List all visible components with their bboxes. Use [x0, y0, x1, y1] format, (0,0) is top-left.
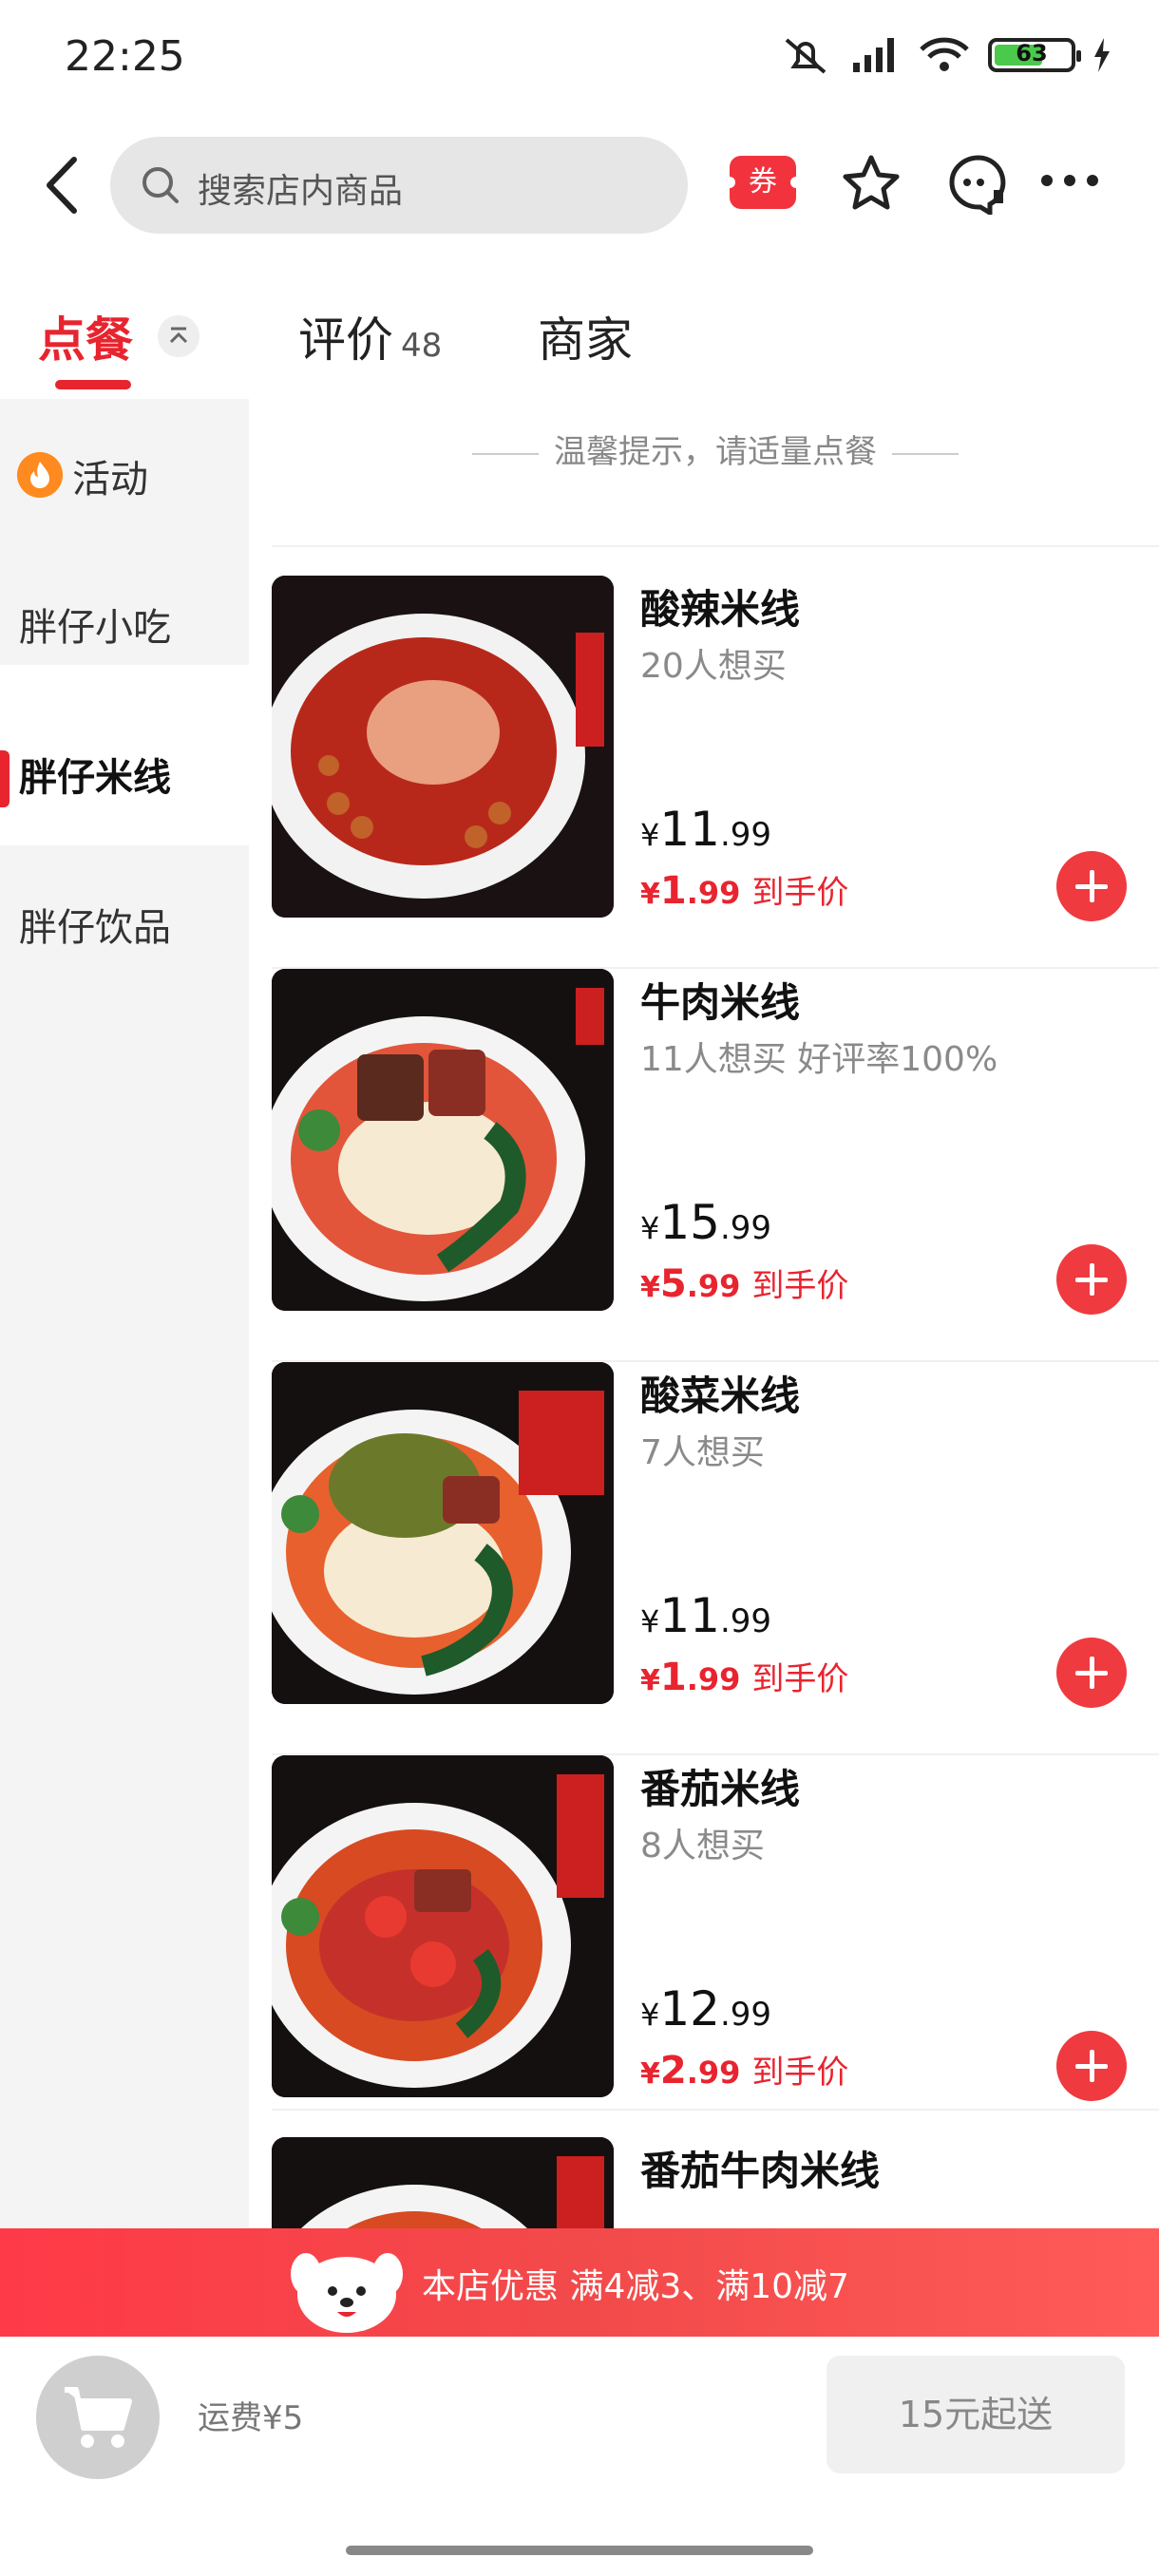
product-item[interactable]: 番茄米线 8人想买 ¥12.99 ¥2.99 到手价: [272, 1755, 1159, 2147]
tab-reviews-label: 评价: [298, 313, 393, 368]
product-name: 酸菜米线: [640, 1373, 801, 1419]
add-to-cart-button[interactable]: [1056, 2031, 1127, 2101]
sidebar-item-label: 胖仔小吃: [19, 606, 171, 650]
activity-flame-icon: [17, 452, 63, 498]
product-item[interactable]: 酸菜米线 7人想买 ¥11.99 ¥1.99 到手价: [272, 1362, 1159, 1753]
cart-bar: 运费¥5 15元起送: [0, 2337, 1159, 2496]
search-icon: [142, 167, 179, 203]
tab-active-indicator: [55, 380, 131, 389]
favorite-star-icon[interactable]: [840, 152, 902, 215]
charging-icon: [1094, 38, 1110, 72]
reviews-count: 48: [401, 327, 443, 365]
search-input[interactable]: 搜索店内商品: [110, 137, 688, 234]
product-item[interactable]: 酸辣米线 20人想买 ¥11.99 ¥1.99 到手价: [272, 576, 1159, 967]
product-image[interactable]: [272, 969, 614, 1311]
product-item[interactable]: 番茄牛肉米线: [272, 2137, 1159, 2228]
customer-service-icon[interactable]: [946, 152, 1015, 215]
product-name: 番茄牛肉米线: [640, 2148, 881, 2194]
more-icon[interactable]: [1039, 173, 1100, 188]
product-stats: 8人想买: [640, 1827, 765, 1866]
product-image[interactable]: [272, 576, 614, 918]
tab-reviews[interactable]: 评价 48: [298, 302, 442, 370]
wifi-icon: [920, 37, 969, 71]
original-price: ¥11.99: [640, 1588, 772, 1643]
battery-icon: 63: [988, 38, 1081, 72]
delivery-fee: 运费¥5: [198, 2399, 304, 2437]
sidebar-item-activity[interactable]: 活动: [0, 399, 249, 547]
mascot-dog-icon: [291, 2253, 403, 2333]
tab-merchant-label: 商家: [538, 313, 633, 368]
product-image[interactable]: [272, 1362, 614, 1704]
product-stats: 20人想买: [640, 647, 787, 686]
coupon-button[interactable]: 券: [724, 156, 802, 209]
status-bar: 22:25 63: [0, 0, 1159, 118]
promo-text: 本店优惠 满4减3、满10减7: [422, 2267, 849, 2306]
product-name: 牛肉米线: [640, 979, 801, 1026]
product-name: 番茄米线: [640, 1766, 801, 1812]
category-sidebar: 活动 胖仔小吃 胖仔米线 胖仔饮品: [0, 399, 249, 2232]
original-price: ¥15.99: [640, 1195, 772, 1250]
original-price: ¥12.99: [640, 1981, 772, 2036]
sidebar-item-label: 胖仔饮品: [19, 906, 171, 950]
add-to-cart-button[interactable]: [1056, 851, 1127, 921]
sidebar-item-label: 胖仔米线: [19, 756, 171, 800]
cart-icon: [65, 2387, 132, 2448]
signal-icon: [853, 38, 894, 72]
sidebar-item-label: 活动: [72, 458, 148, 502]
order-hint: 温馨提示，请适量点餐: [272, 426, 1159, 492]
sidebar-active-indicator: [0, 750, 10, 807]
hint-text: 温馨提示，请适量点餐: [554, 433, 877, 471]
product-stats: 7人想买: [640, 1433, 765, 1472]
add-to-cart-button[interactable]: [1056, 1244, 1127, 1315]
product-stats: 11人想买 好评率100%: [640, 1040, 998, 1079]
product-image[interactable]: [272, 1755, 614, 2097]
status-icons: 63: [781, 34, 1112, 76]
cart-button[interactable]: [36, 2356, 160, 2479]
product-image[interactable]: [272, 2137, 614, 2228]
search-placeholder: 搜索店内商品: [198, 172, 404, 211]
checkout-button[interactable]: 15元起送: [826, 2356, 1125, 2473]
home-indicator[interactable]: [346, 2546, 813, 2555]
back-arrow-icon[interactable]: [36, 154, 93, 217]
top-nav: 搜索店内商品 券: [0, 123, 1159, 247]
divider: [272, 2109, 1159, 2111]
tab-merchant[interactable]: 商家: [538, 302, 633, 370]
add-to-cart-button[interactable]: [1056, 1638, 1127, 1708]
final-price: ¥1.99 到手价: [640, 869, 849, 913]
collapse-up-icon[interactable]: [158, 315, 200, 357]
store-promo-banner[interactable]: 本店优惠 满4减3、满10减7: [0, 2228, 1159, 2337]
sidebar-item-rice-noodles[interactable]: 胖仔米线: [0, 697, 249, 845]
tab-order[interactable]: 点餐: [38, 302, 133, 389]
product-name: 酸辣米线: [640, 586, 801, 633]
status-time: 22:25: [65, 32, 185, 81]
mute-icon: [785, 38, 826, 74]
product-item[interactable]: 牛肉米线 11人想买 好评率100% ¥15.99 ¥5.99 到手价: [272, 969, 1159, 1360]
original-price: ¥11.99: [640, 802, 772, 857]
final-price: ¥5.99 到手价: [640, 1262, 849, 1306]
sidebar-item-drinks[interactable]: 胖仔饮品: [0, 847, 249, 995]
divider: [272, 545, 1159, 547]
final-price: ¥1.99 到手价: [640, 1656, 849, 1699]
final-price: ¥2.99 到手价: [640, 2049, 849, 2093]
tab-order-label: 点餐: [38, 313, 133, 368]
store-tabs: 点餐 评价 48 商家: [0, 285, 1159, 389]
